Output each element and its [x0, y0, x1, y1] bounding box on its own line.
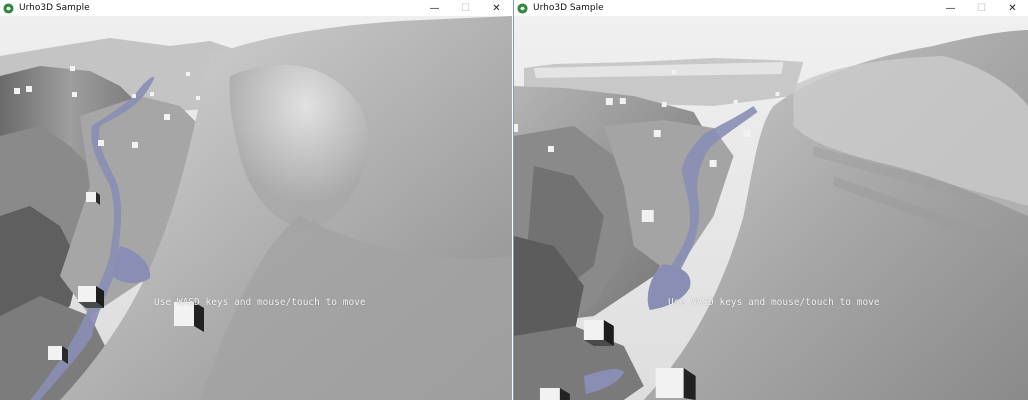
minimize-button[interactable]: — — [935, 0, 966, 16]
urho3d-logo-icon — [3, 2, 14, 14]
3d-viewport[interactable]: Use WASD keys and mouse/touch to move — [514, 16, 1028, 400]
terrain-scene — [0, 16, 512, 400]
maximize-button[interactable]: ☐ — [966, 0, 997, 16]
close-button[interactable]: ✕ — [997, 0, 1028, 16]
right-sample-window: Urho3D Sample — ☐ ✕ Use WASD keys and mo… — [513, 0, 1028, 400]
window-title: Urho3D Sample — [19, 3, 90, 13]
window-title: Urho3D Sample — [533, 3, 604, 13]
maximize-button[interactable]: ☐ — [450, 0, 481, 16]
title-bar[interactable]: Urho3D Sample — ☐ ✕ — [0, 0, 512, 16]
controls-hint-text: Use WASD keys and mouse/touch to move — [154, 297, 366, 308]
controls-hint-text: Use WASD keys and mouse/touch to move — [668, 297, 880, 308]
window-controls: — ☐ ✕ — [935, 0, 1028, 16]
left-sample-window: Urho3D Sample — ☐ ✕ Use WASD keys and mo… — [0, 0, 512, 400]
terrain-scene — [514, 16, 1028, 400]
title-bar[interactable]: Urho3D Sample — ☐ ✕ — [514, 0, 1028, 16]
close-button[interactable]: ✕ — [481, 0, 512, 16]
minimize-button[interactable]: — — [419, 0, 450, 16]
window-controls: — ☐ ✕ — [419, 0, 512, 16]
urho3d-logo-icon — [517, 2, 528, 14]
3d-viewport[interactable]: Use WASD keys and mouse/touch to move — [0, 16, 512, 400]
